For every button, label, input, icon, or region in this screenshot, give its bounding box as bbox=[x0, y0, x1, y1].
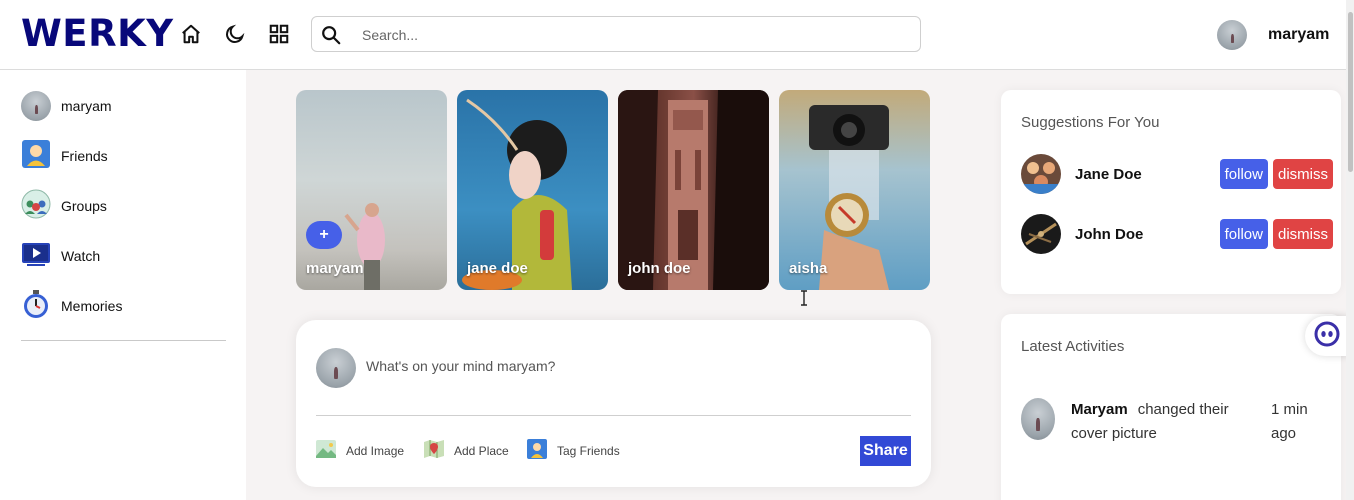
stopwatch-icon bbox=[21, 289, 51, 324]
avatar bbox=[316, 348, 356, 388]
story-name: jane doe bbox=[467, 260, 528, 277]
groups-icon bbox=[21, 189, 51, 224]
follow-button[interactable]: follow bbox=[1219, 159, 1268, 189]
activities-panel: Latest Activities Maryam changed their co… bbox=[1001, 314, 1341, 500]
user-menu[interactable]: maryam bbox=[1217, 19, 1329, 51]
image-icon bbox=[316, 439, 336, 463]
story-card[interactable]: + maryam bbox=[296, 90, 447, 290]
activity-time: 1 min ago bbox=[1271, 401, 1308, 442]
friends-icon bbox=[21, 139, 51, 174]
sidebar-item-label: Groups bbox=[61, 198, 107, 214]
search-bar[interactable] bbox=[311, 16, 921, 52]
avatar[interactable] bbox=[1021, 154, 1061, 194]
brand-logo[interactable]: WERKY bbox=[21, 12, 174, 55]
story-name: john doe bbox=[628, 260, 691, 277]
page-scrollbar-thumb[interactable] bbox=[1348, 12, 1353, 172]
suggestion-name[interactable]: John Doe bbox=[1075, 226, 1220, 243]
suggestions-title: Suggestions For You bbox=[1021, 114, 1160, 131]
home-icon[interactable] bbox=[179, 22, 203, 46]
sidebar-divider bbox=[21, 340, 226, 341]
sidebar-item-label: Memories bbox=[61, 298, 123, 314]
story-name: maryam bbox=[306, 260, 364, 277]
avatar bbox=[1217, 20, 1247, 50]
avatar[interactable] bbox=[1021, 214, 1061, 254]
share-divider bbox=[316, 415, 911, 416]
activity-text: Maryam changed their cover picture bbox=[1071, 398, 1246, 446]
story-name: aisha bbox=[789, 260, 828, 277]
add-image-label: Add Image bbox=[346, 444, 405, 458]
post-input[interactable] bbox=[366, 358, 866, 374]
dismiss-button[interactable]: dismiss bbox=[1272, 159, 1333, 189]
follow-button[interactable]: follow bbox=[1219, 219, 1268, 249]
dark-mode-icon[interactable] bbox=[223, 22, 247, 46]
sidebar-item-profile[interactable]: maryam bbox=[21, 90, 112, 122]
sidebar-item-label: maryam bbox=[61, 98, 112, 114]
suggestion-row: Jane Doe follow dismiss bbox=[1021, 153, 1333, 195]
chat-assistant-button[interactable] bbox=[1305, 316, 1349, 356]
search-input[interactable] bbox=[362, 23, 902, 47]
user-name: maryam bbox=[1268, 26, 1330, 43]
sidebar-item-label: Watch bbox=[61, 248, 101, 264]
sidebar-item-label: Friends bbox=[61, 148, 108, 164]
grid-apps-icon[interactable] bbox=[267, 22, 291, 46]
friends-icon bbox=[527, 438, 547, 464]
add-story-button[interactable]: + bbox=[306, 221, 342, 249]
suggestion-row: John Doe follow dismiss bbox=[1021, 213, 1333, 255]
tag-friends-button[interactable]: Tag Friends bbox=[527, 438, 620, 464]
add-place-button[interactable]: Add Place bbox=[424, 439, 509, 464]
activities-title: Latest Activities bbox=[1021, 338, 1125, 355]
share-button[interactable]: Share bbox=[860, 436, 911, 466]
suggestions-panel: Suggestions For You Jane Doe follow dism… bbox=[1001, 90, 1341, 294]
search-icon bbox=[320, 24, 342, 46]
avatar bbox=[1021, 398, 1055, 440]
share-post-card: Add Image Add Place Tag Friends Share bbox=[296, 320, 931, 487]
text-cursor-icon bbox=[799, 290, 809, 306]
sidebar-item-friends[interactable]: Friends bbox=[21, 139, 108, 174]
activity-item: Maryam changed their cover picture 1 min … bbox=[1021, 394, 1331, 454]
story-card[interactable]: aisha bbox=[779, 90, 930, 290]
sidebar-item-watch[interactable]: Watch bbox=[21, 240, 100, 272]
bot-icon bbox=[1314, 321, 1340, 352]
sidebar-item-groups[interactable]: Groups bbox=[21, 189, 107, 224]
suggestion-name[interactable]: Jane Doe bbox=[1075, 166, 1220, 183]
tag-friends-label: Tag Friends bbox=[557, 444, 620, 458]
activity-user[interactable]: Maryam bbox=[1071, 401, 1128, 418]
add-place-label: Add Place bbox=[454, 444, 509, 458]
sidebar-item-memories[interactable]: Memories bbox=[21, 289, 123, 324]
story-card[interactable]: jane doe bbox=[457, 90, 608, 290]
map-icon bbox=[424, 439, 444, 464]
dismiss-button[interactable]: dismiss bbox=[1272, 219, 1333, 249]
top-navbar: WERKY maryam bbox=[0, 0, 1354, 70]
left-sidebar: maryam Friends Groups Watch Memories bbox=[0, 70, 246, 500]
watch-icon bbox=[21, 239, 51, 274]
story-card[interactable]: john doe bbox=[618, 90, 769, 290]
avatar bbox=[21, 91, 51, 121]
add-image-button[interactable]: Add Image bbox=[316, 439, 405, 463]
